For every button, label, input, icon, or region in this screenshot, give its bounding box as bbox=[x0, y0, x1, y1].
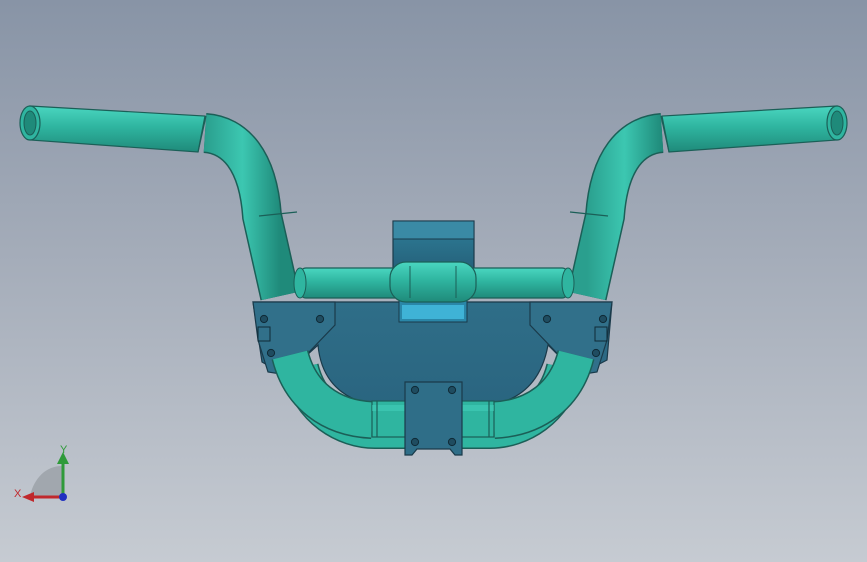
bolt-hole bbox=[410, 437, 420, 447]
x-axis-label: X bbox=[14, 488, 22, 500]
bolt-hole bbox=[447, 385, 457, 395]
right-grip-tube[interactable] bbox=[661, 105, 838, 153]
bolt-hole bbox=[542, 314, 552, 324]
handlebar-model[interactable] bbox=[0, 0, 867, 562]
bolt-hole bbox=[410, 385, 420, 395]
bolt-hole bbox=[259, 314, 269, 324]
bolt-hole bbox=[315, 314, 325, 324]
bolt-hole bbox=[591, 348, 601, 358]
bolt-hole bbox=[598, 314, 608, 324]
graphics-viewport[interactable]: Y X bbox=[0, 0, 867, 562]
bolt-hole bbox=[447, 437, 457, 447]
y-axis-label: Y bbox=[60, 444, 68, 456]
left-grip-tube[interactable] bbox=[29, 105, 206, 153]
coordinate-triad: Y X bbox=[14, 444, 69, 502]
x-axis-arrow bbox=[22, 492, 34, 502]
triad-plane bbox=[30, 466, 62, 496]
bolt-hole bbox=[266, 348, 276, 358]
z-axis-dot bbox=[59, 493, 67, 501]
